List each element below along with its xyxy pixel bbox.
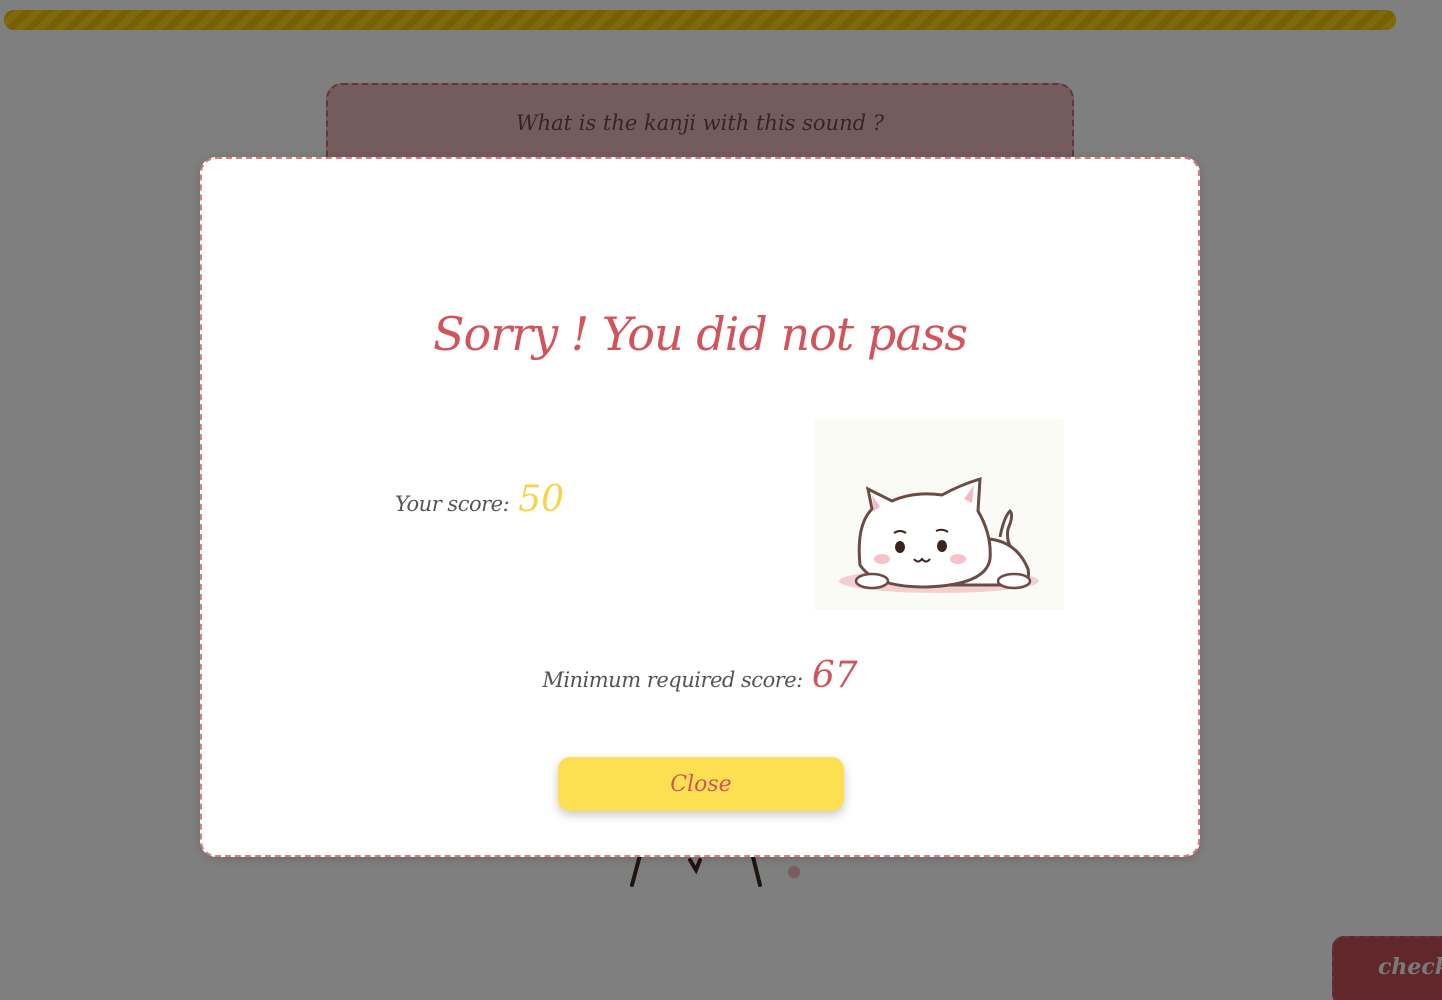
score-row: Your score: 50: [395, 479, 564, 520]
min-score-row: Minimum required score: 67: [202, 655, 1198, 696]
score-label: Your score:: [395, 492, 510, 516]
min-score-label: Minimum required score:: [542, 668, 803, 692]
min-score-value: 67: [811, 655, 858, 696]
close-button[interactable]: Close: [558, 757, 844, 811]
sad-cat-lying-down-icon: [814, 419, 1064, 609]
quiz-page: What is the kanji with this sound ? chec…: [0, 0, 1442, 1000]
result-title: Sorry ! You did not pass: [433, 307, 968, 361]
result-modal: Sorry ! You did not pass Your score: 50: [200, 157, 1200, 857]
score-value: 50: [518, 479, 565, 520]
